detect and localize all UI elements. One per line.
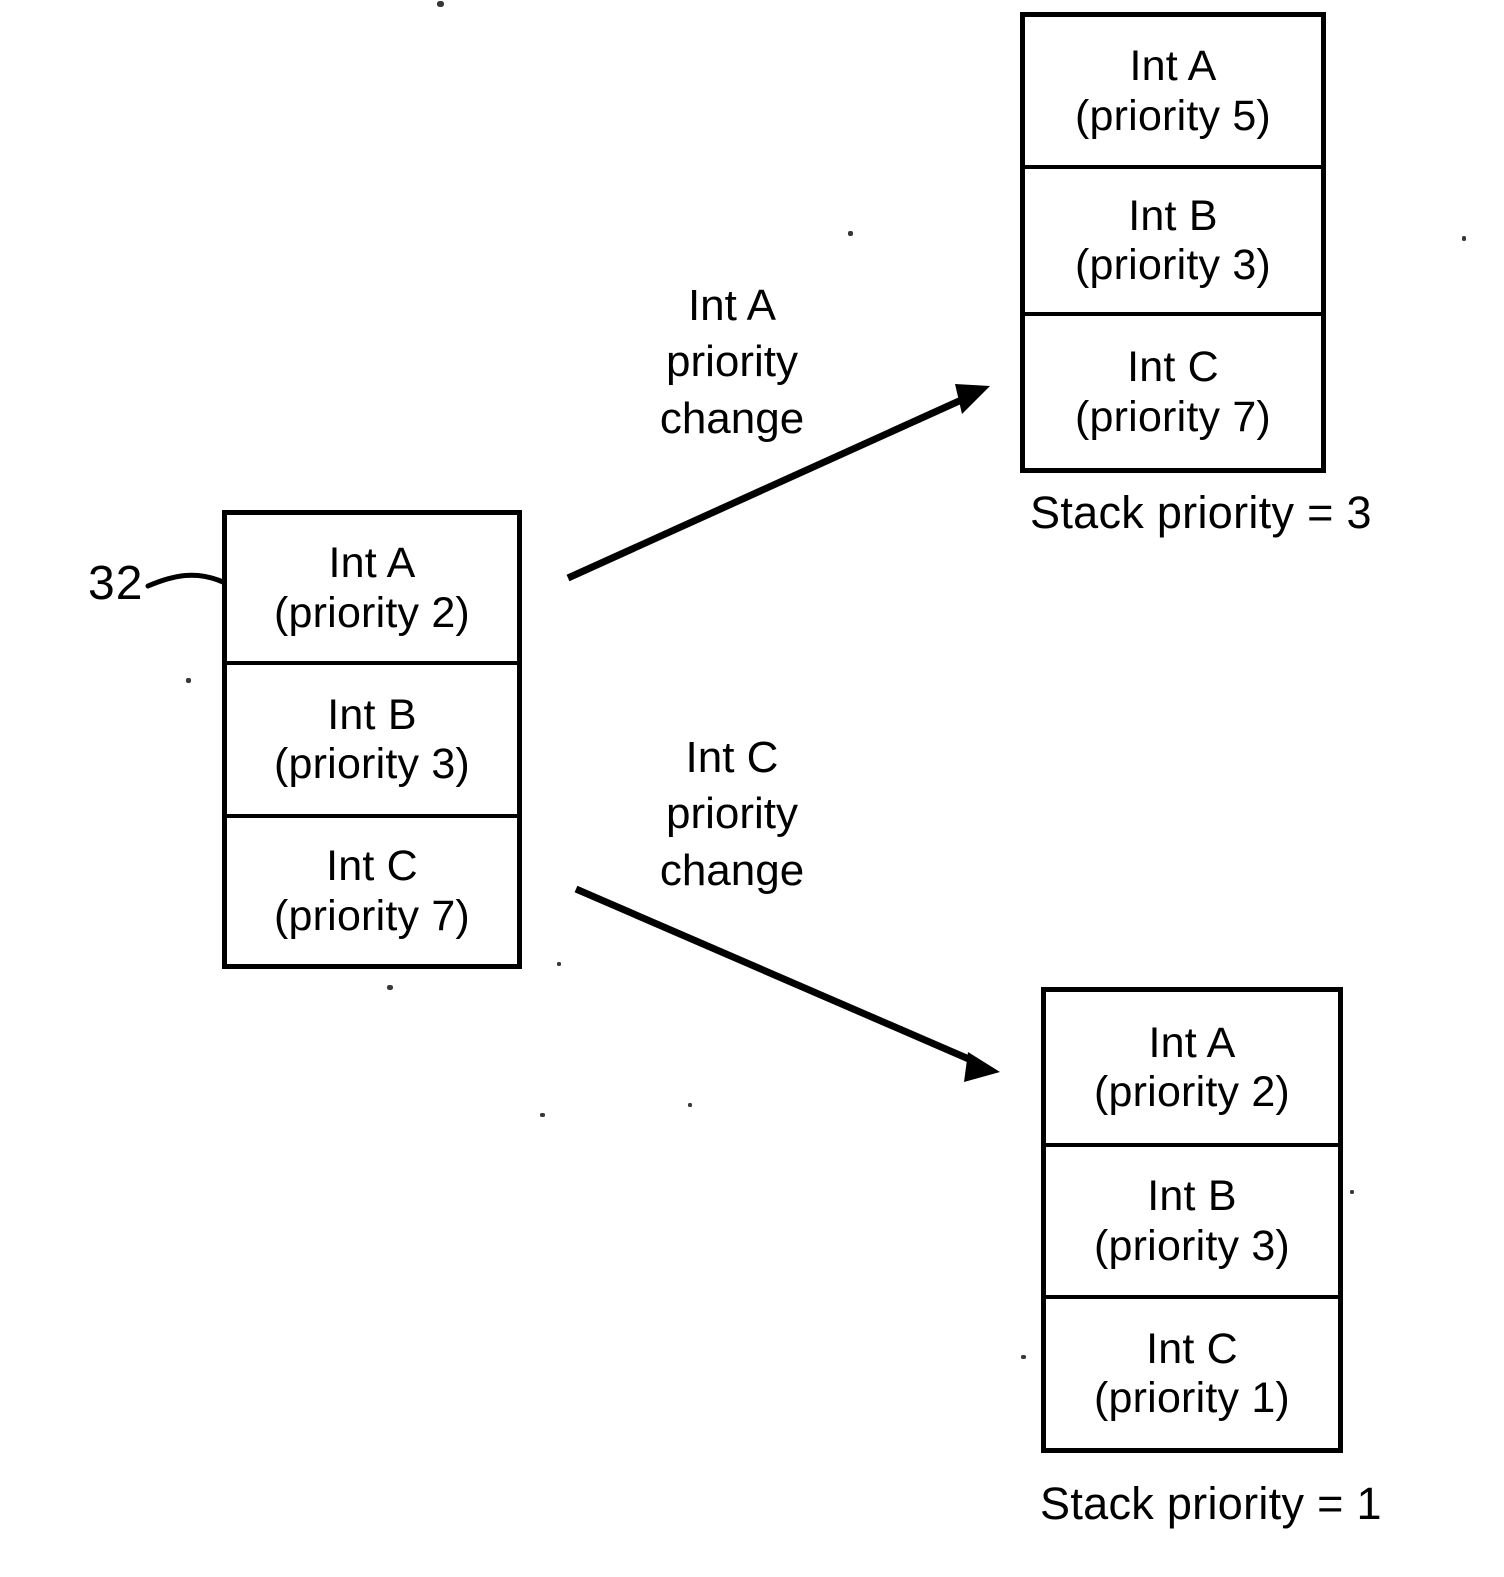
scan-speck [688, 1103, 692, 1107]
transition-label-int-a-priority-change: Int A priority change [612, 278, 852, 447]
stack-cell-priority: (priority 3) [274, 740, 470, 788]
reference-numeral-32: 32 [88, 557, 144, 610]
source-interrupt-stack: Int A (priority 2) Int B (priority 3) In… [222, 510, 522, 969]
stack-cell-int-b: Int B (priority 3) [1025, 169, 1321, 316]
scan-speck [557, 962, 561, 966]
transition-label-line: Int C [685, 733, 779, 782]
stack-cell-priority: (priority 3) [1075, 241, 1271, 289]
stack-cell-name: Int C [1146, 1324, 1238, 1373]
stack-cell-name: Int B [1147, 1172, 1237, 1221]
stack-cell-name: Int B [327, 690, 417, 739]
scan-speck [1350, 1190, 1354, 1194]
stack-cell-name: Int B [1128, 191, 1218, 240]
stack-priority-caption-c: Stack priority = 1 [1040, 1478, 1382, 1529]
result-stack-int-c-priority-change: Int A (priority 2) Int B (priority 3) In… [1041, 987, 1343, 1453]
scan-speck [186, 678, 191, 683]
stack-cell-int-c: Int C (priority 1) [1046, 1299, 1338, 1448]
stack-cell-priority: (priority 2) [1094, 1068, 1290, 1116]
stack-cell-priority: (priority 7) [274, 891, 470, 940]
result-stack-int-a-priority-change: Int A (priority 5) Int B (priority 3) In… [1020, 12, 1326, 473]
stack-cell-int-a: Int A (priority 2) [1046, 992, 1338, 1147]
stack-cell-name: Int C [326, 842, 418, 891]
stack-cell-priority: (priority 3) [1094, 1221, 1290, 1270]
patent-figure: 32 Int A (priority 2) Int B (priority 3)… [0, 0, 1504, 1577]
stack-cell-name: Int A [1129, 42, 1217, 91]
stack-cell-int-b: Int B (priority 3) [1046, 1147, 1338, 1299]
transition-label-line: change [659, 393, 805, 443]
stack-cell-int-a: Int A (priority 2) [227, 515, 517, 665]
stack-cell-priority: (priority 7) [1075, 392, 1271, 441]
scan-speck [387, 985, 393, 990]
stack-cell-name: Int C [1127, 343, 1219, 392]
transition-label-line: priority [665, 789, 799, 839]
transition-label-line: priority [665, 337, 799, 387]
arrowhead-int-c-priority-change [964, 1052, 1000, 1082]
stack-priority-caption-a: Stack priority = 3 [1030, 487, 1372, 538]
scan-speck [437, 1, 444, 7]
transition-label-int-c-priority-change: Int C priority change [612, 730, 852, 899]
scan-speck [540, 1113, 545, 1117]
stack-cell-priority: (priority 5) [1075, 91, 1271, 140]
transition-label-line: Int A [687, 281, 777, 330]
scan-speck [1462, 236, 1466, 241]
arrow-int-c-priority-change [574, 885, 980, 1067]
stack-cell-int-a: Int A (priority 5) [1025, 17, 1321, 169]
stack-cell-priority: (priority 1) [1094, 1374, 1290, 1422]
stack-cell-int-b: Int B (priority 3) [227, 665, 517, 818]
stack-cell-int-c: Int C (priority 7) [227, 818, 517, 964]
stack-cell-name: Int A [328, 539, 416, 588]
arrowhead-int-a-priority-change [955, 384, 990, 414]
stack-cell-name: Int A [1148, 1018, 1236, 1067]
stack-cell-int-c: Int C (priority 7) [1025, 316, 1321, 468]
scan-speck [848, 231, 853, 236]
transition-label-line: change [659, 845, 805, 895]
stack-cell-priority: (priority 2) [274, 588, 470, 637]
scan-speck [1021, 1355, 1026, 1359]
